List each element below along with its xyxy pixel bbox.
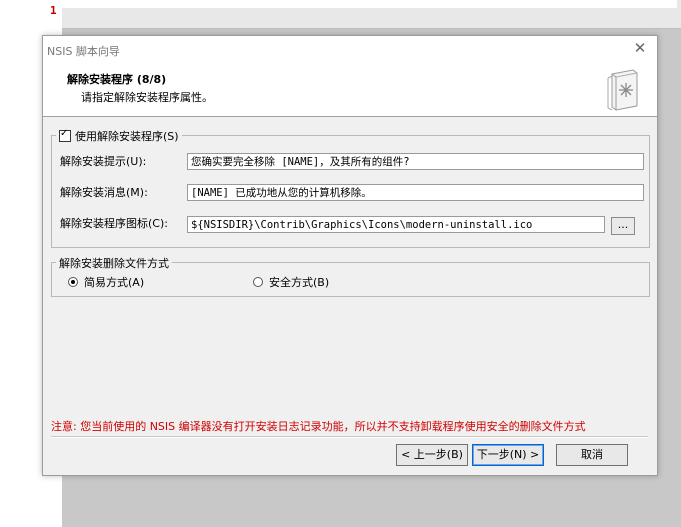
use-uninstaller-label: 使用解除安装程序(S) — [75, 130, 179, 143]
radio-secure-label: 安全方式(B) — [269, 276, 330, 289]
radio-selected-icon[interactable] — [68, 277, 78, 287]
button-divider — [51, 436, 648, 438]
line-number: 1 — [50, 4, 57, 17]
delete-mode-group: 解除安装删除文件方式 简易方式(A) 安全方式(B) — [51, 255, 650, 297]
radio-simple-label: 简易方式(A) — [84, 276, 145, 289]
next-button[interactable]: 下一步(N) > — [472, 444, 544, 466]
uninstall-prompt-label: 解除安装提示(U): — [60, 155, 147, 168]
page-subtitle: 请指定解除安装程序属性。 — [81, 91, 213, 104]
uninstall-icon-label: 解除安装程序图标(C): — [60, 217, 168, 230]
window-title: NSIS 脚本向导 — [47, 45, 120, 58]
checkbox-icon[interactable] — [59, 128, 71, 142]
notice-text: 注意: 您当前使用的 NSIS 编译器没有打开安装日志记录功能，所以并不支持卸载… — [51, 420, 586, 433]
title-bar: NSIS 脚本向导 ✕ — [43, 36, 657, 64]
radio-secure-mode[interactable]: 安全方式(B) — [253, 274, 329, 290]
delete-mode-legend: 解除安装删除文件方式 — [56, 255, 172, 271]
wizard-header: 解除安装程序 (8/8) 请指定解除安装程序属性。 — [43, 64, 657, 117]
browse-icon-button[interactable]: ... — [611, 217, 635, 235]
back-button[interactable]: < 上一步(B) — [396, 444, 468, 466]
radio-simple-mode[interactable]: 简易方式(A) — [68, 274, 144, 290]
editor-line-highlight — [62, 0, 681, 29]
uninstall-icon-input[interactable]: ${NSISDIR}\Contrib\Graphics\Icons\modern… — [187, 216, 605, 233]
installer-book-icon — [607, 69, 638, 111]
radio-unselected-icon[interactable] — [253, 277, 263, 287]
uninstall-message-input[interactable]: [NAME] 已成功地从您的计算机移除。 — [187, 184, 644, 201]
nsis-wizard-dialog: NSIS 脚本向导 ✕ 解除安装程序 (8/8) 请指定解除安装程序属性。 使用… — [42, 35, 658, 476]
close-icon[interactable]: ✕ — [633, 41, 647, 56]
cancel-button[interactable]: 取消 — [556, 444, 628, 466]
uninstaller-group: 使用解除安装程序(S) 解除安装提示(U): 您确实要完全移除 [NAME]，及… — [51, 128, 650, 248]
uninstall-message-label: 解除安装消息(M): — [60, 186, 148, 199]
uninstall-prompt-input[interactable]: 您确实要完全移除 [NAME]，及其所有的组件? — [187, 153, 644, 170]
page-title: 解除安装程序 (8/8) — [67, 73, 167, 86]
use-uninstaller-checkbox[interactable]: 使用解除安装程序(S) — [56, 128, 182, 144]
